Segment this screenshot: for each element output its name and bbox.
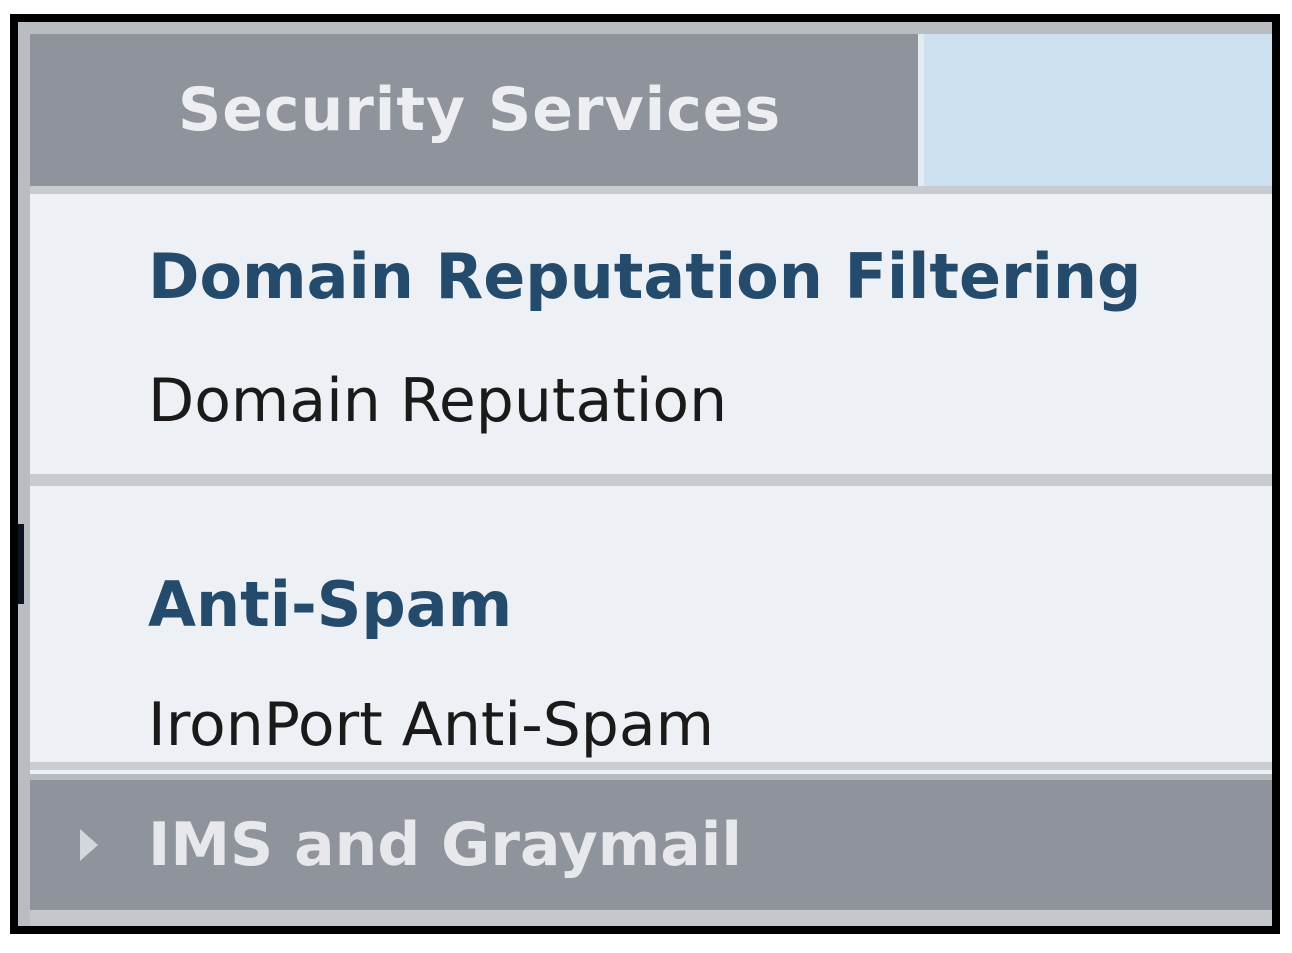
security-services-menu-frame: Security Services Domain Reputation Filt… <box>10 14 1280 934</box>
section-heading: Domain Reputation Filtering <box>148 240 1142 313</box>
triangle-right-icon <box>80 829 98 861</box>
menu-top-separator <box>30 186 1272 194</box>
dropdown-panel: Security Services Domain Reputation Filt… <box>18 34 1272 926</box>
menu-section-anti-spam: Anti-Spam IronPort Anti-Spam <box>30 486 1272 762</box>
top-nav-bar: Security Services <box>30 34 1272 186</box>
menu-item-domain-reputation[interactable]: Domain Reputation <box>148 366 727 436</box>
menu-item-ironport-anti-spam[interactable]: IronPort Anti-Spam <box>148 690 714 760</box>
tab-security-services[interactable]: Security Services <box>30 34 918 186</box>
menu-section-ims-and-graymail-collapsed[interactable]: IMS and Graymail <box>30 780 1272 910</box>
collapsed-section-label: IMS and Graymail <box>148 810 742 880</box>
section-divider <box>30 762 1272 780</box>
nav-bar-empty-area <box>918 34 1272 186</box>
tab-security-services-label: Security Services <box>178 75 782 145</box>
section-heading: Anti-Spam <box>148 568 513 641</box>
menu-section-domain-reputation-filtering: Domain Reputation Filtering Domain Reput… <box>30 194 1272 474</box>
section-divider <box>30 474 1272 486</box>
menu-bottom-edge <box>30 910 1272 926</box>
panel-edge-mark <box>18 524 24 604</box>
